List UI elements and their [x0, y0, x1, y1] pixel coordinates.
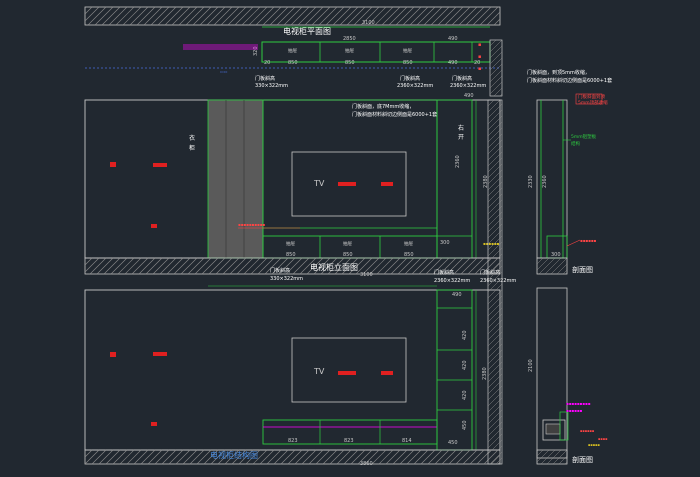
section-a-dim-1: 2330 — [528, 175, 534, 188]
plan-drawer-1: 抽屉 — [288, 47, 297, 54]
wardrobe-char-2: 柜 — [189, 144, 195, 152]
elev-drawer-3: 抽屉 — [404, 240, 413, 247]
plan-title: 电视柜平面图 — [283, 26, 331, 36]
plan-dim-850a: 850 — [288, 60, 298, 66]
elev-door-label-c: 门板斜高 — [480, 269, 500, 276]
plan-dim-850c: 850 — [403, 60, 413, 66]
plan-red-mark-1: ▪ — [478, 42, 481, 48]
section-a-red-callout: ▪▪▪▪▪▪ — [580, 238, 597, 243]
section-b-red-note: ▪▪▪▪▪▪ — [580, 429, 595, 433]
section-note-1: 门板斜面，到顶5mm收缩， — [527, 69, 590, 76]
elev-note-2: 门板斜面材料斜切边侧面是6000+1套 — [352, 111, 437, 118]
structure-floor-hatch: 电视柜结构图 3860 — [84, 449, 501, 467]
section-a-title: 剖面图 — [572, 265, 593, 274]
plan-sub-dim: 490 — [448, 36, 458, 42]
plan-red-mark-2: ▪ — [478, 54, 481, 60]
elev-drawer-1: 抽屉 — [286, 240, 295, 247]
section-green-note-2: 结构 — [571, 140, 580, 147]
elevation-view: 衣 柜 TV 抽屉 抽屉 抽屉 850 850 850 ▪▪▪▪▪▪▪▪▪▪ 右… — [84, 93, 501, 259]
top-wall-hatch — [84, 6, 501, 26]
plan-drawer-2: 抽屉 — [345, 47, 354, 54]
plan-door-label-a: 门板斜高 — [255, 75, 275, 82]
elev-vertical-dim-1: 2360 — [455, 155, 461, 168]
tv-label-elev: TV — [313, 179, 325, 188]
elev-red-note: ▪▪▪▪▪▪▪▪▪▪ — [238, 222, 265, 227]
section-b-yellow-note: ▪▪▪▪▪ — [588, 443, 600, 447]
elev-door-label-b: 门板斜高 — [434, 269, 454, 276]
tv-label-struct: TV — [313, 367, 325, 376]
plan-small-blue: ▭▭ — [220, 69, 228, 74]
section-b-magenta-note-2: ▪▪▪▪▪▪ — [566, 408, 583, 413]
elev-dim-850a: 850 — [286, 252, 296, 258]
cad-drawing: 电视柜平面图 3100 2850 490 抽屉 抽屉 抽屉 850 850 85… — [84, 6, 612, 467]
struct-shelf-2: 420 — [462, 360, 468, 370]
plan-total-dim: 3100 — [362, 20, 375, 26]
section-b-dim: 2100 — [528, 359, 534, 372]
plan-dim-20a: 20 — [264, 60, 270, 66]
section-a-dim-300: 300 — [551, 252, 561, 258]
elevation-title: 电视柜立面图 — [310, 262, 358, 272]
section-b: 2100 ▪▪▪▪▪▪▪▪▪ ▪▪▪▪▪▪ ▪▪▪▪▪▪ ▪▪▪▪ ▪▪▪▪▪ … — [528, 287, 608, 465]
struct-shelf-0: 490 — [452, 292, 462, 298]
elev-dim-300: 300 — [440, 240, 450, 246]
section-red-note-2: 5mm顶部收缩 — [578, 99, 608, 106]
struct-vertical-dim: 2380 — [482, 367, 488, 380]
struct-dim-814: 814 — [402, 438, 412, 444]
elevation-floor-hatch: 电视柜立面图 3100 门板斜高 330×322mm 门板斜高 2360×322… — [84, 257, 516, 287]
section-b-title: 剖面图 — [572, 455, 593, 464]
struct-shelf-4: 450 — [462, 420, 468, 430]
tv-red-tag-2 — [381, 182, 393, 186]
section-red-note-1: 门板斜面到顶 — [578, 93, 605, 100]
struct-dim-450: 450 — [448, 440, 458, 446]
section-green-note-1: 5mm铝塑板 — [571, 133, 597, 140]
plan-red-mark-3: ▪ — [478, 66, 481, 72]
elev-drawer-2: 抽屉 — [343, 240, 352, 247]
section-b-red-note-2: ▪▪▪▪ — [598, 437, 608, 441]
struct-dim-823b: 823 — [344, 438, 354, 444]
elev-dim-850b: 850 — [343, 252, 353, 258]
section-b-magenta-note: ▪▪▪▪▪▪▪▪▪ — [566, 401, 591, 406]
struct-total-dim: 3860 — [360, 461, 373, 467]
section-a: 门板斜面，到顶5mm收缩， 门板斜面材料斜切边侧面是6000+1套 门板斜面到顶… — [527, 69, 612, 275]
elev-door-size-c: 2360×322mm — [480, 278, 516, 284]
struct-shelf-1: 420 — [462, 330, 468, 340]
right-open-char-1: 右 — [458, 124, 464, 132]
right-open-char-2: 开 — [458, 134, 464, 141]
structure-title: 电视柜结构图 — [210, 450, 258, 460]
plan-door-label-c: 门板斜高 — [452, 75, 472, 82]
section-note-2: 门板斜面材料斜切边侧面是6000+1套 — [527, 77, 612, 84]
wardrobe-panel — [207, 99, 264, 259]
cad-drawing-canvas: 电视柜平面图 3100 2850 490 抽屉 抽屉 抽屉 850 850 85… — [0, 0, 700, 477]
plan-drawer-3: 抽屉 — [403, 47, 412, 54]
tv-screen-struct — [291, 337, 407, 403]
wardrobe-char-1: 衣 — [189, 134, 195, 142]
plan-door-size-c: 2360×322mm — [450, 83, 486, 89]
plan-dim-850b: 850 — [345, 60, 355, 66]
elev-door-size-a: 330×322mm — [270, 276, 303, 282]
tv-red-tag-1 — [338, 182, 356, 186]
plan-door-size-b: 2360×322mm — [397, 83, 433, 89]
elev-dim-490: 490 — [464, 93, 474, 99]
elev-note-1: 门板斜面，底7Mmm收缩， — [352, 103, 414, 110]
struct-dim-823a: 823 — [288, 438, 298, 444]
elev-yellow-note: ▪▪▪▪▪▪ — [483, 241, 500, 246]
struct-shelf-3: 420 — [462, 390, 468, 400]
elev-dim-850c: 850 — [404, 252, 414, 258]
plan-view: 电视柜平面图 3100 2850 490 抽屉 抽屉 抽屉 850 850 85… — [85, 20, 500, 89]
plan-dim-490: 490 — [448, 60, 458, 66]
plan-door-label-b: 门板斜高 — [400, 75, 420, 82]
elev-door-label-a: 门板斜高 — [270, 267, 290, 274]
elev-total-dim: 3100 — [360, 272, 373, 278]
elev-door-size-b: 2360×322mm — [434, 278, 470, 284]
structure-view: TV 823 823 814 450 490 420 420 420 450 2… — [84, 289, 501, 451]
section-a-dim-2: 2360 — [542, 175, 548, 188]
plan-inner-dim: 2850 — [343, 36, 356, 42]
plan-door-size-a: 330×322mm — [255, 83, 288, 89]
